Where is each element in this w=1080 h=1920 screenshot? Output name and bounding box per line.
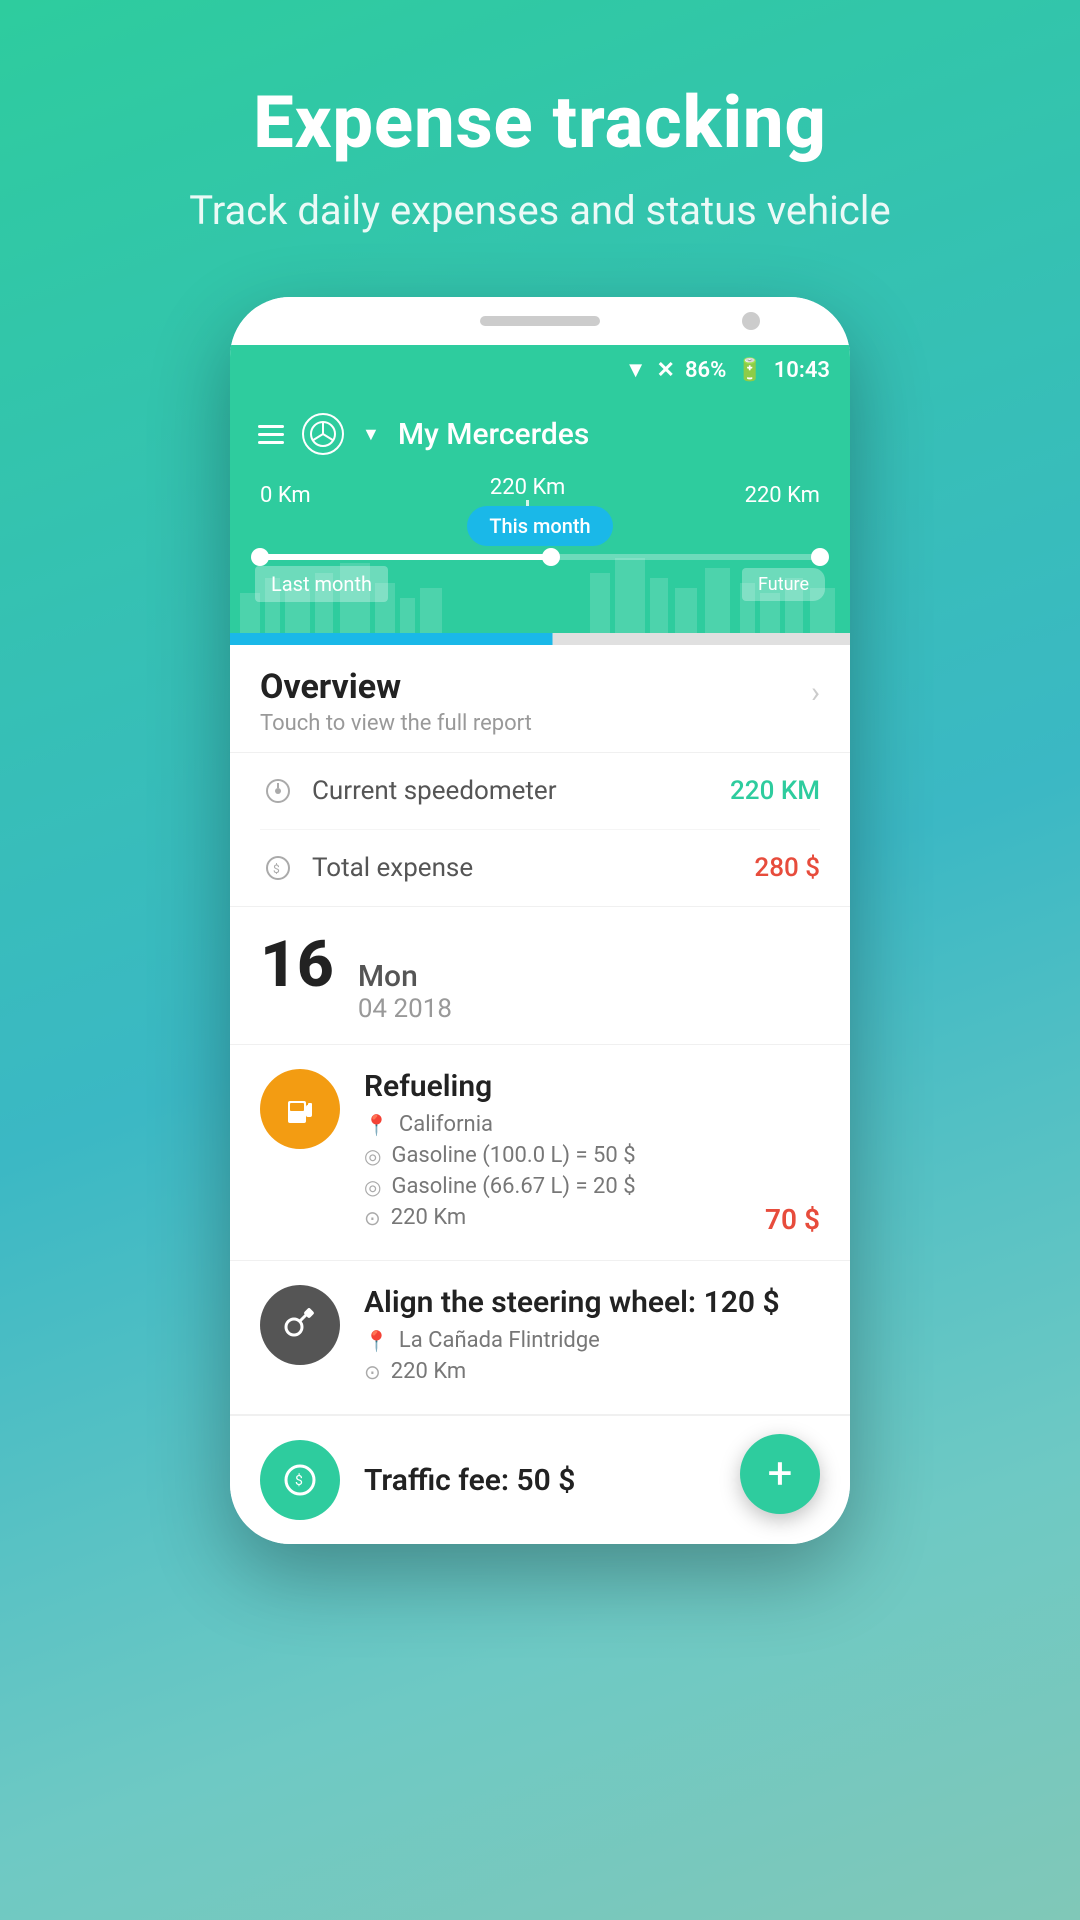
- transaction-steering[interactable]: Align the steering wheel: 120 $ 📍 La Cañ…: [230, 1261, 850, 1415]
- km-label-left: 0 Km: [260, 483, 311, 508]
- fuel-icon: [260, 1069, 340, 1149]
- speedometer-label: Current speedometer: [312, 776, 557, 806]
- overview-title: Overview: [260, 667, 532, 707]
- refueling-location: 📍 California: [364, 1112, 741, 1137]
- battery-icon: 🔋: [736, 358, 763, 383]
- status-bar: ▼ ✕ 86% 🔋 10:43: [230, 345, 850, 395]
- svg-text:$: $: [295, 1472, 303, 1489]
- steering-location: 📍 La Cañada Flintridge: [364, 1328, 820, 1353]
- date-weekday: Mon: [358, 959, 452, 994]
- phone-notch: [230, 297, 850, 345]
- phone-camera: [742, 312, 760, 330]
- signs-row: Last month Future: [250, 566, 830, 602]
- track-dot-start: [251, 548, 269, 566]
- steering-details: Align the steering wheel: 120 $ 📍 La Cañ…: [364, 1285, 820, 1390]
- hamburger-menu[interactable]: [258, 425, 284, 444]
- future-sign: Future: [742, 568, 825, 601]
- gauge-icon-1: ◎: [364, 1144, 381, 1168]
- steering-km: ⊙ 220 Km: [364, 1359, 820, 1384]
- phone-speaker: [480, 316, 600, 326]
- km-label-right: 220 Km: [745, 483, 820, 508]
- expense-icon: $: [260, 850, 296, 886]
- location-icon-2: 📍: [364, 1329, 389, 1353]
- refueling-gasoline1: ◎ Gasoline (100.0 L) = 50 $: [364, 1143, 741, 1168]
- phone-content: Overview Touch to view the full report ›: [230, 645, 850, 1544]
- wifi-icon: ▼: [625, 357, 647, 383]
- location-icon: 📍: [364, 1113, 389, 1137]
- hero-subtitle: Track daily expenses and status vehicle: [189, 185, 890, 237]
- time-display: 10:43: [774, 358, 830, 383]
- speedometer-icon-sm: ⊙: [364, 1206, 381, 1230]
- signal-icon: ✕: [657, 358, 675, 383]
- stat-speedometer: Current speedometer 220 KM: [260, 753, 820, 830]
- hero-section: Expense tracking Track daily expenses an…: [189, 0, 890, 297]
- speedometer-value: 220 KM: [730, 776, 820, 806]
- fab-plus-icon: +: [768, 1451, 793, 1495]
- track-filled: [260, 554, 551, 560]
- date-section: 16 Mon 04 2018: [230, 907, 850, 1045]
- last-month-sign: Last month: [255, 566, 388, 602]
- expense-label: Total expense: [312, 853, 473, 883]
- service-icon: [260, 1285, 340, 1365]
- app-header: ▼ My Mercerdes: [230, 395, 850, 473]
- transaction-refueling[interactable]: Refueling 📍 California ◎ Gasoline (100.0…: [230, 1045, 850, 1261]
- gauge-icon-2: ◎: [364, 1175, 381, 1199]
- progress-divider: [230, 633, 850, 645]
- chevron-right-icon: ›: [811, 675, 820, 710]
- traffic-fee-icon: $: [260, 1440, 340, 1520]
- mercedes-logo-icon: [309, 420, 337, 448]
- date-month-year: 04 2018: [358, 994, 452, 1024]
- refueling-gasoline2: ◎ Gasoline (66.67 L) = 20 $: [364, 1174, 741, 1199]
- track-dot-end: [811, 548, 829, 566]
- km-label-center: 220 Km: [490, 475, 565, 500]
- expense-value: 280 $: [754, 853, 820, 883]
- steering-title: Align the steering wheel: 120 $: [364, 1285, 820, 1320]
- speedometer-icon: [260, 773, 296, 809]
- traffic-fee-title: Traffic fee: 50 $: [364, 1463, 575, 1498]
- timeline-track: [260, 554, 820, 560]
- overview-subtitle: Touch to view the full report: [260, 711, 532, 736]
- stat-expense: $ Total expense 280 $: [260, 830, 820, 906]
- this-month-bubble: This month: [467, 506, 612, 546]
- hero-title: Expense tracking: [189, 80, 890, 165]
- track-dot-center: [542, 548, 560, 566]
- status-icons: ▼ ✕ 86% 🔋 10:43: [625, 357, 830, 383]
- content-area: Overview Touch to view the full report ›: [230, 645, 850, 1544]
- refueling-amount: 70 $: [765, 1173, 820, 1236]
- date-day: 16: [260, 933, 334, 997]
- phone-mockup: ▼ ✕ 86% 🔋 10:43 ▼ My Mercerdes: [230, 297, 850, 1544]
- timeline-section: 0 Km 220 Km 220 Km This month: [230, 473, 850, 633]
- dropdown-arrow-icon[interactable]: ▼: [362, 424, 380, 445]
- refueling-title: Refueling: [364, 1069, 741, 1104]
- refueling-km: ⊙ 220 Km: [364, 1205, 741, 1230]
- track-line: [260, 554, 820, 560]
- car-logo: [302, 413, 344, 455]
- speedometer-icon-sm-2: ⊙: [364, 1360, 381, 1384]
- fab-add-button[interactable]: +: [740, 1434, 820, 1514]
- refueling-details: Refueling 📍 California ◎ Gasoline (100.0…: [364, 1069, 741, 1236]
- overview-section[interactable]: Overview Touch to view the full report ›: [230, 645, 850, 753]
- car-name: My Mercerdes: [398, 417, 589, 452]
- stats-row: Current speedometer 220 KM $ Total expen…: [230, 753, 850, 907]
- overview-text: Overview Touch to view the full report: [260, 667, 532, 736]
- svg-text:$: $: [273, 862, 280, 876]
- battery-percent: 86%: [685, 358, 726, 383]
